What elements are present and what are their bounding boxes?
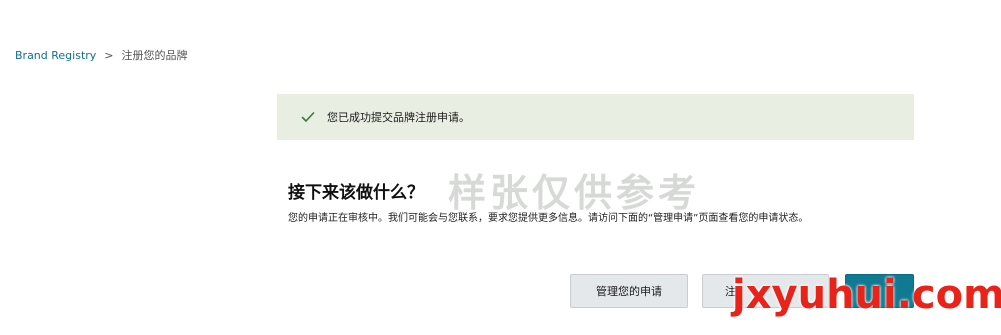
breadcrumb-brand-registry-link[interactable]: Brand Registry bbox=[15, 49, 96, 62]
site-watermark: jxyuhui.com bbox=[732, 272, 1001, 318]
check-icon bbox=[301, 112, 315, 122]
success-message: 您已成功提交品牌注册申请。 bbox=[327, 111, 470, 124]
breadcrumb-separator: > bbox=[104, 48, 114, 62]
breadcrumb: Brand Registry > 注册您的品牌 bbox=[15, 47, 188, 63]
breadcrumb-current-page: 注册您的品牌 bbox=[121, 49, 188, 62]
manage-application-button[interactable]: 管理您的申请 bbox=[570, 274, 688, 308]
section-title: 接下来该做什么？ bbox=[288, 183, 424, 203]
success-banner: 您已成功提交品牌注册申请。 bbox=[277, 94, 914, 140]
section-description: 您的申请正在审核中。我们可能会与您联系，要求您提供更多信息。请访问下面的“管理申… bbox=[288, 213, 809, 224]
